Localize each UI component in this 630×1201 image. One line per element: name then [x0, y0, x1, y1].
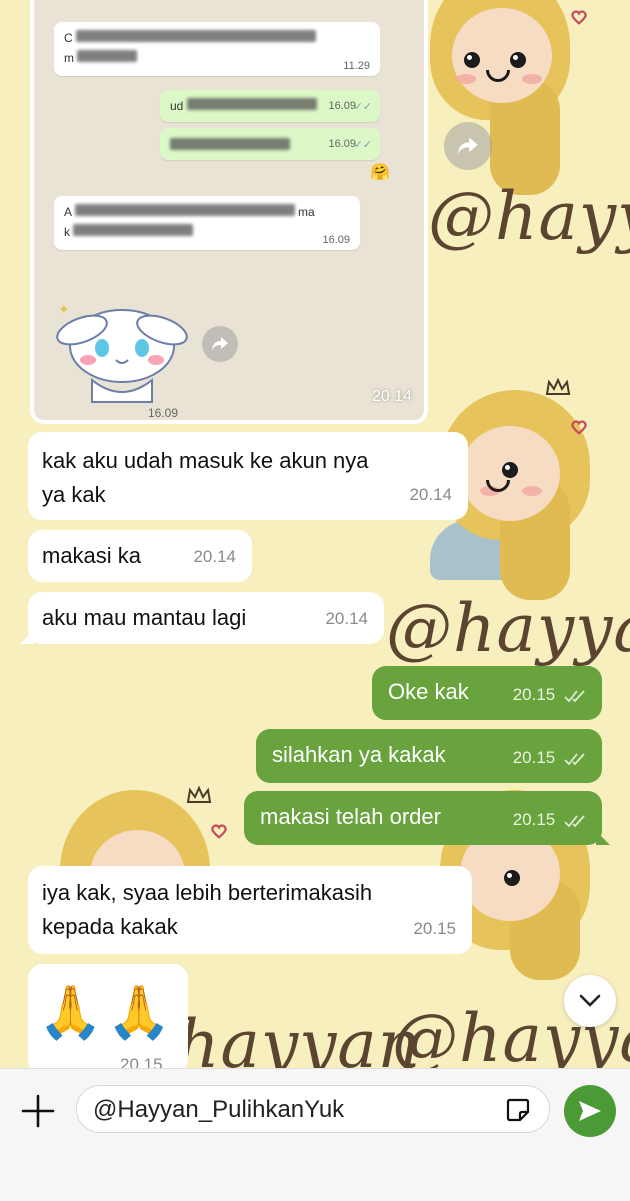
message-bubble-incoming[interactable]: 🙏🙏 20.15	[28, 964, 188, 1068]
message-time: 20.14	[409, 485, 452, 504]
screenshot-time: 16.09	[328, 138, 356, 150]
message-input[interactable]: @Hayyan_PulihkanYuk	[76, 1085, 550, 1133]
screenshot-time: 16.09	[148, 406, 179, 420]
message-time: 20.15	[120, 1055, 163, 1068]
screenshot-text-fragment: ud	[170, 99, 184, 113]
double-check-icon	[564, 814, 585, 827]
attach-button[interactable]	[18, 1091, 58, 1131]
message-time: 20.15	[513, 803, 588, 837]
svg-text:✦: ✦	[58, 301, 70, 317]
screenshot-message: C m 11.29	[54, 22, 380, 76]
chat-wallpaper: @hayyan @hayyan @hayyan @hayyan C m 11.2…	[0, 0, 630, 1068]
wallpaper-character	[430, 0, 620, 200]
scroll-down-button[interactable]	[564, 975, 616, 1027]
screenshot-message: 16.09 ✓✓	[160, 128, 380, 160]
chevron-down-icon	[579, 994, 601, 1007]
watermark-text: @hayyan	[386, 590, 630, 667]
crown-icon	[186, 786, 212, 803]
screenshot-message: ud 16.09 ✓✓	[160, 90, 380, 122]
message-bubble-incoming[interactable]: iya kak, syaa lebih berterimakasih kepad…	[28, 866, 472, 954]
screenshot-text-fragment: C	[64, 31, 73, 45]
screenshot-message: A ma k 16.09	[54, 196, 360, 250]
message-time: 20.14	[193, 547, 236, 566]
message-time: 20.14	[325, 609, 368, 628]
message-text: aku mau mantau lagi	[42, 605, 247, 630]
cinnamoroll-sticker: ✦	[56, 301, 188, 403]
screenshot-text-fragment: A	[64, 205, 72, 219]
message-bubble-incoming[interactable]: aku mau mantau lagi 20.14	[20, 592, 384, 644]
message-bubble-outgoing[interactable]: makasi telah order 20.15	[244, 791, 610, 845]
plus-icon	[21, 1094, 55, 1128]
message-text: kak aku udah masuk ke akun nya ya kak	[42, 448, 369, 507]
message-bubble-outgoing[interactable]: Oke kak 20.15	[372, 666, 602, 720]
message-bubble-outgoing[interactable]: silahkan ya kakak 20.15	[256, 729, 602, 783]
screenshot-time: 11.29	[343, 60, 370, 72]
message-bubble-incoming[interactable]: makasi ka 20.14	[28, 530, 252, 582]
emoji-message: 🙏🙏	[38, 984, 176, 1042]
heart-icon	[211, 824, 227, 839]
screenshot-time: 16.09	[328, 100, 356, 112]
send-button[interactable]	[564, 1085, 616, 1137]
message-composer: @Hayyan_PulihkanYuk	[0, 1068, 630, 1201]
screenshot-time: 16.09	[322, 234, 350, 246]
message-time: 20.15	[413, 919, 456, 938]
reaction-emoji: 🤗	[370, 164, 390, 181]
message-time: 20.15	[513, 678, 588, 712]
message-text: iya kak, syaa lebih berterimakasih kepad…	[42, 880, 373, 939]
message-bubble-incoming[interactable]: kak aku udah masuk ke akun nya ya kak 20…	[28, 432, 468, 520]
screenshot-text-fragment: ma	[298, 205, 315, 219]
watermark-text: @hayyan	[428, 178, 630, 255]
message-input-text: @Hayyan_PulihkanYuk	[93, 1096, 345, 1123]
message-time: 20.14	[371, 388, 412, 405]
message-time: 20.15	[513, 741, 588, 775]
crown-icon	[545, 378, 571, 395]
sticker-icon[interactable]	[505, 1097, 531, 1123]
double-check-icon	[564, 752, 585, 765]
forward-icon[interactable]	[444, 122, 492, 170]
screenshot-text-fragment: k	[64, 225, 70, 239]
double-check-icon	[564, 689, 585, 702]
send-icon	[579, 1101, 601, 1121]
forwarded-screenshot[interactable]: C m 11.29 ud 16.09 ✓✓ 16.09 ✓✓ 🤗 A ma k …	[30, 0, 428, 424]
screenshot-text-fragment: m	[64, 51, 74, 65]
forward-icon[interactable]	[202, 326, 238, 362]
heart-icon	[571, 420, 587, 435]
heart-icon	[571, 10, 587, 25]
